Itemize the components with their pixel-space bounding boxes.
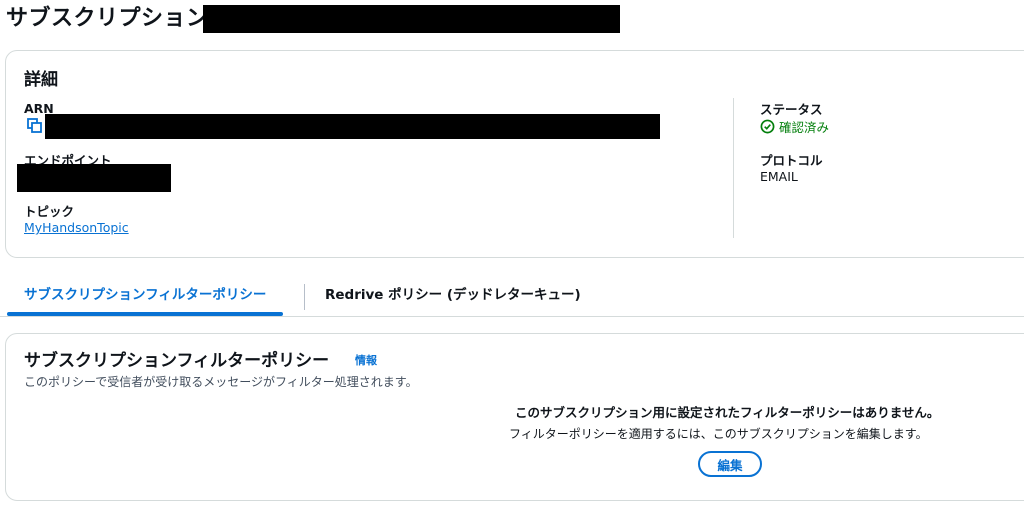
- info-link[interactable]: 情報: [355, 352, 377, 368]
- column-divider: [733, 98, 734, 238]
- filter-policy-description: このポリシーで受信者が受け取るメッセージがフィルター処理されます。: [24, 375, 418, 389]
- details-heading: 詳細: [24, 70, 58, 90]
- status-value: 確認済み: [779, 120, 830, 135]
- redacted-arn: [45, 114, 660, 139]
- status-indicator: 確認済み: [760, 117, 829, 136]
- topic-link[interactable]: MyHandsonTopic: [24, 220, 129, 235]
- protocol-value: EMAIL: [760, 169, 798, 184]
- edit-button[interactable]: 編集: [698, 451, 762, 477]
- copy-icon[interactable]: [27, 118, 43, 134]
- tab-redrive-policy[interactable]: Redrive ポリシー (デッドレターキュー): [325, 280, 581, 314]
- topic-label: トピック: [24, 204, 75, 219]
- check-circle-icon: [760, 119, 775, 134]
- page-title: サブスクリプション:: [6, 6, 218, 31]
- empty-state-title: このサブスクリプション用に設定されたフィルターポリシーはありません。: [515, 405, 940, 420]
- tab-bar: サブスクリプションフィルターポリシー Redrive ポリシー (デッドレターキ…: [0, 280, 1024, 317]
- filter-policy-panel: サブスクリプションフィルターポリシー 情報 このポリシーで受信者が受け取るメッセ…: [5, 333, 1024, 501]
- tab-separator: [304, 284, 305, 310]
- tab-subscription-filter-policy[interactable]: サブスクリプションフィルターポリシー: [6, 280, 284, 316]
- protocol-label: プロトコル: [760, 153, 823, 168]
- details-panel: 詳細 ARN エンドポイント トピック MyHandsonTopic ステータス…: [5, 50, 1024, 258]
- filter-policy-heading: サブスクリプションフィルターポリシー: [24, 351, 330, 371]
- status-label: ステータス: [760, 102, 823, 117]
- redacted-endpoint: [17, 164, 171, 192]
- redacted-subscription-id: [203, 5, 620, 33]
- empty-state-description: フィルターポリシーを適用するには、このサブスクリプションを編集します。: [509, 427, 928, 441]
